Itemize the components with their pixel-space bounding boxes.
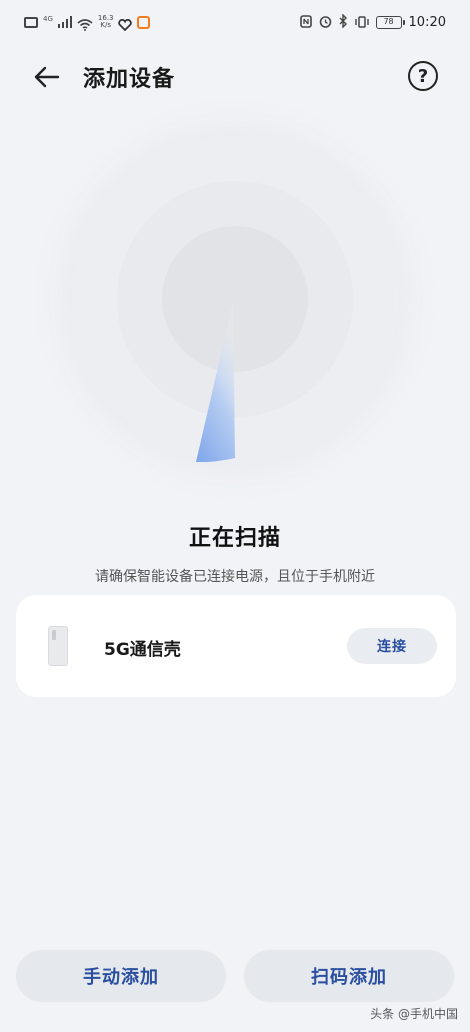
status-bar: 4G 16.3 K/s 78 10:20 bbox=[0, 0, 470, 44]
sim-icon bbox=[24, 16, 38, 28]
scan-radar bbox=[72, 136, 398, 462]
network-speed-unit: K/s bbox=[100, 21, 111, 29]
signal-icon bbox=[57, 16, 72, 28]
network-type-label: 4G bbox=[43, 14, 53, 23]
page-title: 添加设备 bbox=[83, 67, 176, 92]
radar-sweep-beam bbox=[196, 302, 235, 462]
wifi-icon bbox=[77, 16, 93, 31]
alarm-icon bbox=[319, 13, 332, 32]
device-thumbnail bbox=[48, 626, 68, 666]
status-bar-left: 4G 16.3 K/s bbox=[24, 13, 151, 32]
device-card[interactable]: 5G通信壳 连接 bbox=[16, 595, 456, 697]
status-time: 10:20 bbox=[408, 14, 446, 30]
manual-add-button[interactable]: 手动添加 bbox=[16, 950, 226, 1002]
bluetooth-icon bbox=[339, 12, 348, 32]
vibrate-icon bbox=[354, 13, 369, 32]
device-name: 5G通信壳 bbox=[104, 640, 181, 660]
connect-button[interactable]: 连接 bbox=[347, 628, 437, 664]
arrow-left-icon bbox=[34, 66, 60, 88]
network-speed: 16.3 K/s bbox=[98, 15, 114, 29]
question-mark-icon: ? bbox=[417, 65, 429, 87]
app-header: 添加设备 ? bbox=[0, 52, 470, 102]
scan-code-add-button[interactable]: 扫码添加 bbox=[244, 950, 454, 1002]
scanning-title: 正在扫描 bbox=[188, 526, 281, 551]
heart-icon bbox=[118, 16, 133, 32]
status-bar-right: 78 10:20 bbox=[299, 12, 446, 32]
back-button[interactable] bbox=[30, 60, 64, 94]
app-notification-icon bbox=[137, 15, 151, 29]
nfc-icon bbox=[299, 13, 312, 32]
battery-icon: 78 bbox=[375, 15, 405, 29]
watermark-text: 头条 @手机中国 bbox=[370, 1007, 458, 1021]
help-button[interactable]: ? bbox=[408, 61, 438, 91]
scanning-hint: 请确保智能设备已连接电源，且位于手机附近 bbox=[95, 569, 375, 585]
